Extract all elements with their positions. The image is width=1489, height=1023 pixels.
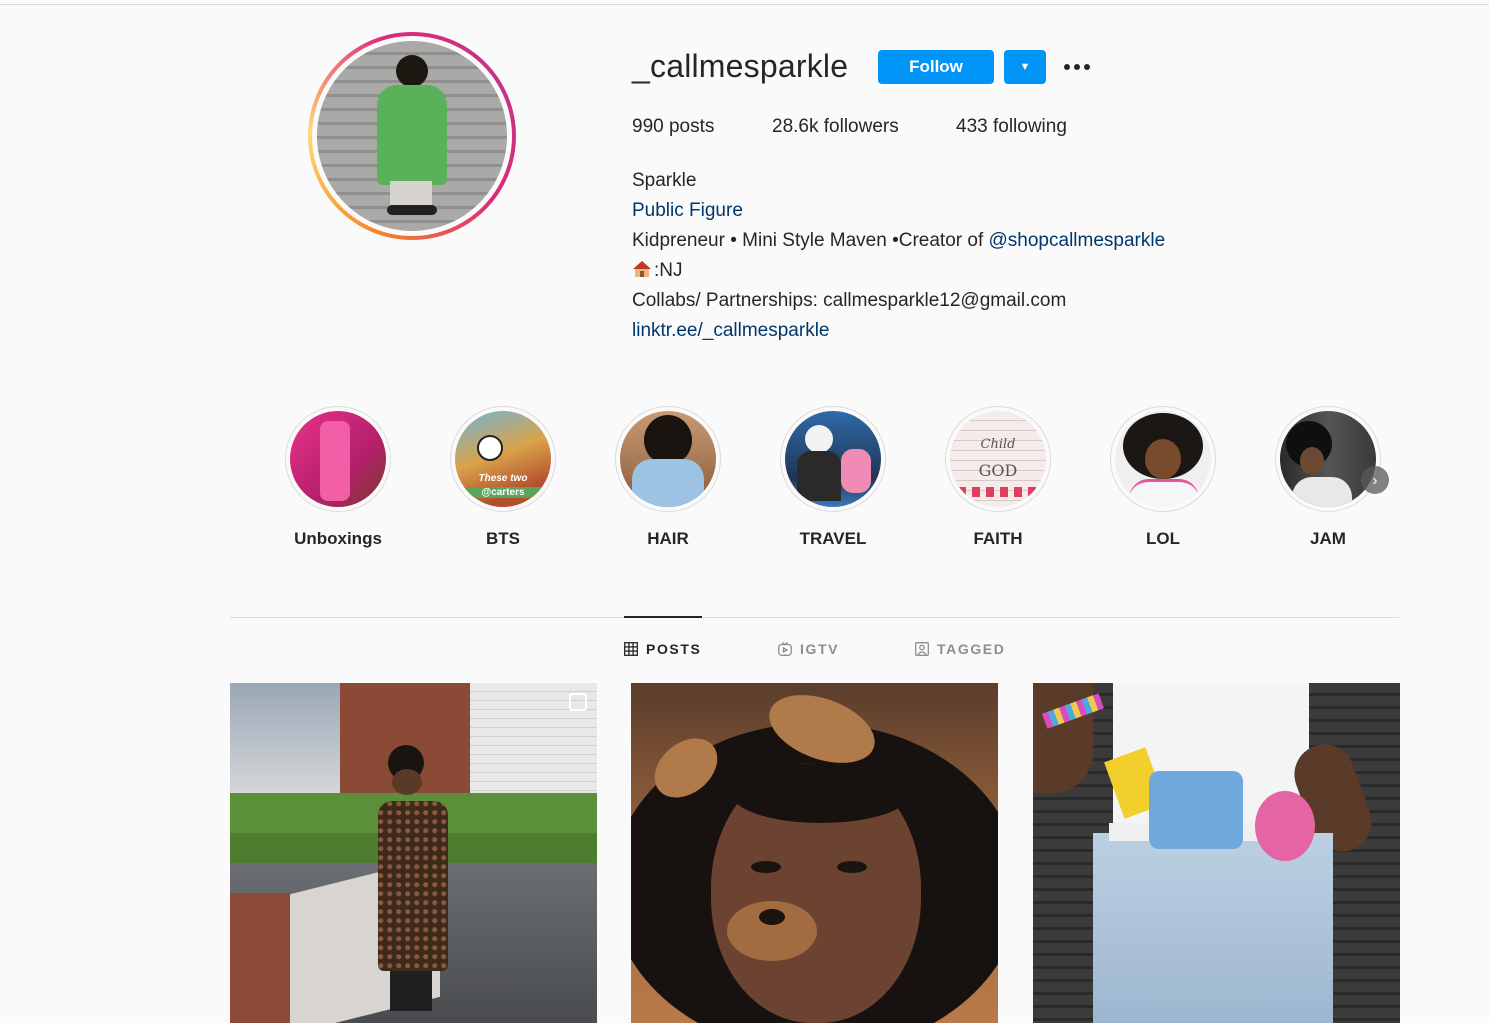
highlight-faith[interactable]: Child GOD FAITH	[945, 406, 1051, 549]
highlight-label: LOL	[1146, 529, 1180, 548]
highlight-hair[interactable]: HAIR	[615, 406, 721, 549]
highlight-label: BTS	[486, 529, 520, 548]
highlight-label: FAITH	[973, 529, 1023, 548]
post-thumbnail[interactable]	[1033, 683, 1400, 1023]
grid-icon	[624, 642, 638, 656]
highlight-label: JAM	[1310, 529, 1346, 548]
shop-mention-link[interactable]: @shopcallmesparkle	[989, 230, 1166, 251]
profile-username: _callmesparkle	[632, 48, 849, 84]
bio-category: Public Figure	[632, 200, 743, 221]
highlight-label: TRAVEL	[799, 529, 867, 548]
highlight-travel[interactable]: TRAVEL	[780, 406, 886, 549]
active-tab-indicator	[624, 616, 702, 618]
tabs-divider	[230, 617, 1399, 618]
follow-button[interactable]: Follow	[878, 50, 994, 84]
triangle-down-icon: ▼	[1019, 61, 1031, 73]
bio-website-link[interactable]: linktr.ee/_callmesparkle	[632, 316, 1165, 346]
bio-location: :NJ	[632, 256, 1165, 286]
profile-avatar[interactable]	[308, 32, 516, 240]
top-divider	[0, 4, 1489, 5]
following-link[interactable]: 433 following	[956, 116, 1067, 138]
profile-bio: Sparkle Public Figure Kidpreneur • Mini …	[632, 166, 1165, 346]
highlight-lol[interactable]: LOL	[1110, 406, 1216, 549]
suggested-dropdown-button[interactable]: ▼	[1004, 50, 1046, 84]
profile-stats: 990 posts 28.6k followers 433 following	[632, 116, 1067, 138]
multiple-photos-icon	[569, 693, 587, 711]
highlight-label: Unboxings	[294, 529, 382, 548]
bio-name: Sparkle	[632, 170, 697, 191]
bio-contact: Collabs/ Partnerships: callmesparkle12@g…	[632, 290, 1067, 311]
highlight-bts[interactable]: These two @carters BTS	[450, 406, 556, 549]
followers-link[interactable]: 28.6k followers	[772, 116, 956, 138]
tab-igtv[interactable]: IGTV	[778, 641, 839, 657]
tagged-icon	[915, 642, 929, 656]
more-options-icon[interactable]	[1060, 54, 1094, 80]
post-thumbnail[interactable]	[230, 683, 597, 1023]
igtv-icon	[778, 642, 792, 656]
tab-posts[interactable]: POSTS	[624, 641, 701, 657]
post-thumbnail[interactable]	[631, 683, 998, 1023]
house-icon	[633, 261, 651, 277]
chevron-right-icon[interactable]: ›	[1361, 466, 1389, 494]
posts-count: 990 posts	[632, 116, 715, 137]
avatar-photo	[317, 41, 507, 231]
tab-tagged[interactable]: TAGGED	[915, 641, 1005, 657]
highlight-label: HAIR	[647, 529, 689, 548]
highlight-unboxings[interactable]: Unboxings	[285, 406, 391, 549]
bio-description: Kidpreneur • Mini Style Maven •Creator o…	[632, 230, 1166, 251]
